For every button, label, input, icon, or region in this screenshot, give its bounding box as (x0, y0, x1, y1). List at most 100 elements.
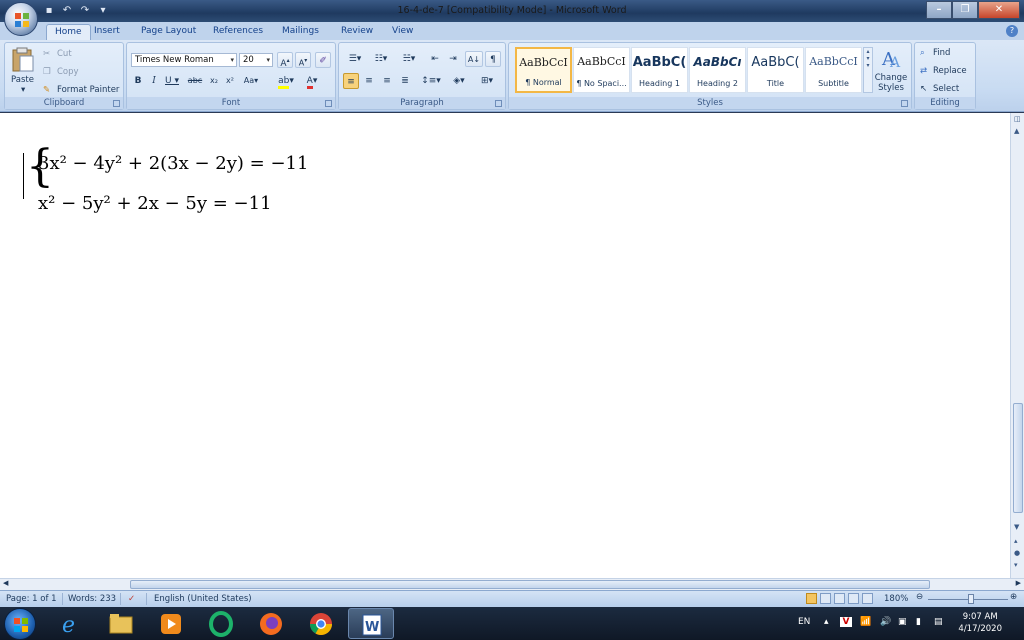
browse-object-icon[interactable]: ● (1014, 549, 1020, 557)
horizontal-scrollbar[interactable]: ◀ ▶ (0, 578, 1024, 590)
subscript-button[interactable]: x₂ (207, 73, 221, 89)
paragraph-dialog-launcher[interactable] (495, 100, 502, 107)
tab-page-layout[interactable]: Page Layout (141, 24, 196, 40)
bold-button[interactable]: B (131, 73, 145, 89)
document-page[interactable]: { 3x² − 4y² + 2(3x − 2y) = −11 x² − 5y² … (0, 113, 1010, 578)
style-subtitle[interactable]: AaBbCcI Subtitle (805, 47, 862, 93)
superscript-button[interactable]: x² (223, 73, 237, 89)
tab-mailings[interactable]: Mailings (282, 24, 319, 40)
scroll-up-icon[interactable]: ▲ (1014, 127, 1019, 135)
align-right-button[interactable]: ≡ (379, 73, 395, 89)
zoom-out-icon[interactable]: ⊖ (916, 592, 923, 602)
styles-gallery-scroll[interactable]: ▴ ▾ ▾ (863, 47, 873, 93)
increase-indent-button[interactable]: ⇥ (445, 51, 461, 67)
format-painter-button[interactable]: Format Painter (57, 85, 119, 95)
network-icon[interactable]: ▣ (898, 617, 907, 627)
next-page-icon[interactable]: ▾ (1014, 561, 1018, 569)
paste-button[interactable]: Paste (11, 75, 34, 85)
network-signal-icon[interactable]: 📶 (860, 617, 871, 627)
replace-button[interactable]: Replace (933, 66, 967, 76)
font-name-combo[interactable]: Times New Roman ▾ (131, 53, 237, 67)
taskbar-internet-explorer[interactable]: e (48, 608, 94, 639)
zoom-level[interactable]: 180% (884, 594, 908, 604)
find-button[interactable]: Find (933, 48, 950, 58)
ruler-toggle-icon[interactable]: ◫ (1014, 115, 1021, 123)
paste-icon[interactable] (11, 47, 35, 73)
cut-button[interactable]: Cut (57, 49, 72, 59)
previous-page-icon[interactable]: ▴ (1014, 537, 1018, 545)
system-clock[interactable]: 9:07 AM 4/17/2020 (958, 611, 1002, 635)
decrease-indent-button[interactable]: ⇤ (427, 51, 443, 67)
full-screen-reading-view-button[interactable] (820, 593, 831, 604)
proofing-icon[interactable]: ✓ (128, 594, 135, 604)
style-title[interactable]: AaBbC( Title (747, 47, 804, 93)
zoom-in-icon[interactable]: ⊕ (1010, 592, 1017, 602)
language-indicator[interactable]: English (United States) (154, 594, 252, 604)
grow-font-button[interactable]: A▴ (277, 52, 293, 69)
power-icon[interactable]: ▮ (916, 617, 921, 627)
page-count[interactable]: Page: 1 of 1 (6, 594, 57, 604)
zoom-slider-knob[interactable] (968, 594, 974, 604)
sort-button[interactable]: A↓ (465, 51, 483, 67)
numbering-button[interactable]: ☷▾ (369, 51, 393, 67)
taskbar-chrome[interactable] (298, 608, 344, 639)
tab-review[interactable]: Review (341, 24, 373, 40)
line-spacing-button[interactable]: ↕≡▾ (419, 73, 443, 89)
paste-dropdown-icon[interactable]: ▾ (21, 85, 25, 95)
action-center-icon[interactable]: ▤ (934, 617, 943, 627)
scroll-right-icon[interactable]: ▶ (1016, 579, 1021, 587)
highlight-button[interactable]: ab▾ (275, 73, 297, 89)
font-dialog-launcher[interactable] (325, 100, 332, 107)
draft-view-button[interactable] (862, 593, 873, 604)
close-button[interactable]: ✕ (978, 1, 1020, 19)
antivirus-icon[interactable]: V (840, 617, 852, 627)
tab-view[interactable]: View (392, 24, 413, 40)
select-button[interactable]: Select (933, 84, 959, 94)
change-case-button[interactable]: Aa▾ (240, 73, 262, 89)
scroll-left-icon[interactable]: ◀ (3, 579, 8, 587)
tab-references[interactable]: References (213, 24, 263, 40)
equation-line-2[interactable]: x² − 5y² + 2x − 5y = −11 (38, 193, 272, 214)
style-heading-2[interactable]: AaBbCı Heading 2 (689, 47, 746, 93)
shrink-font-button[interactable]: A▾ (295, 52, 311, 68)
borders-button[interactable]: ⊞▾ (475, 73, 499, 89)
align-left-button[interactable]: ≡ (343, 73, 359, 89)
taskbar-opera[interactable] (198, 608, 244, 639)
tab-insert[interactable]: Insert (94, 24, 120, 40)
copy-button[interactable]: Copy (57, 67, 79, 77)
style-heading-1[interactable]: AaBbC( Heading 1 (631, 47, 688, 93)
outline-view-button[interactable] (848, 593, 859, 604)
start-button[interactable] (4, 608, 36, 640)
clear-formatting-button[interactable]: ✐ (315, 52, 331, 68)
restore-button[interactable]: ❐ (952, 1, 978, 19)
style-no-spacing[interactable]: AaBbCcI ¶ No Spaci... (573, 47, 630, 93)
office-button[interactable] (4, 2, 38, 36)
align-center-button[interactable]: ≡ (361, 73, 377, 89)
italic-button[interactable]: I (147, 73, 161, 89)
web-layout-view-button[interactable] (834, 593, 845, 604)
bullets-button[interactable]: ☰▾ (343, 51, 367, 67)
clipboard-dialog-launcher[interactable] (113, 100, 120, 107)
scroll-down-icon[interactable]: ▼ (1014, 523, 1019, 531)
show-hidden-icons[interactable]: ▴ (824, 617, 829, 627)
vertical-scroll-thumb[interactable] (1013, 403, 1023, 513)
word-count[interactable]: Words: 233 (68, 594, 116, 604)
taskbar-word[interactable]: W (348, 608, 394, 639)
font-size-combo[interactable]: 20 ▾ (239, 53, 273, 67)
font-color-button[interactable]: A▾ (301, 73, 323, 89)
equation-line-1[interactable]: 3x² − 4y² + 2(3x − 2y) = −11 (38, 153, 308, 174)
show-formatting-marks-button[interactable]: ¶ (485, 51, 501, 67)
taskbar-media-player[interactable] (148, 608, 194, 639)
change-styles-button[interactable]: Change Styles (873, 73, 909, 93)
minimize-button[interactable]: – (926, 1, 952, 19)
print-layout-view-button[interactable] (806, 593, 817, 604)
taskbar-file-explorer[interactable] (98, 608, 144, 639)
volume-icon[interactable]: 🔊 (880, 617, 891, 627)
shading-button[interactable]: ◈▾ (447, 73, 471, 89)
taskbar-firefox[interactable] (248, 608, 294, 639)
underline-button[interactable]: U ▾ (163, 73, 181, 89)
tab-home[interactable]: Home (46, 24, 91, 40)
horizontal-scroll-thumb[interactable] (130, 580, 930, 589)
strikethrough-button[interactable]: abc (185, 73, 205, 89)
styles-dialog-launcher[interactable] (901, 100, 908, 107)
